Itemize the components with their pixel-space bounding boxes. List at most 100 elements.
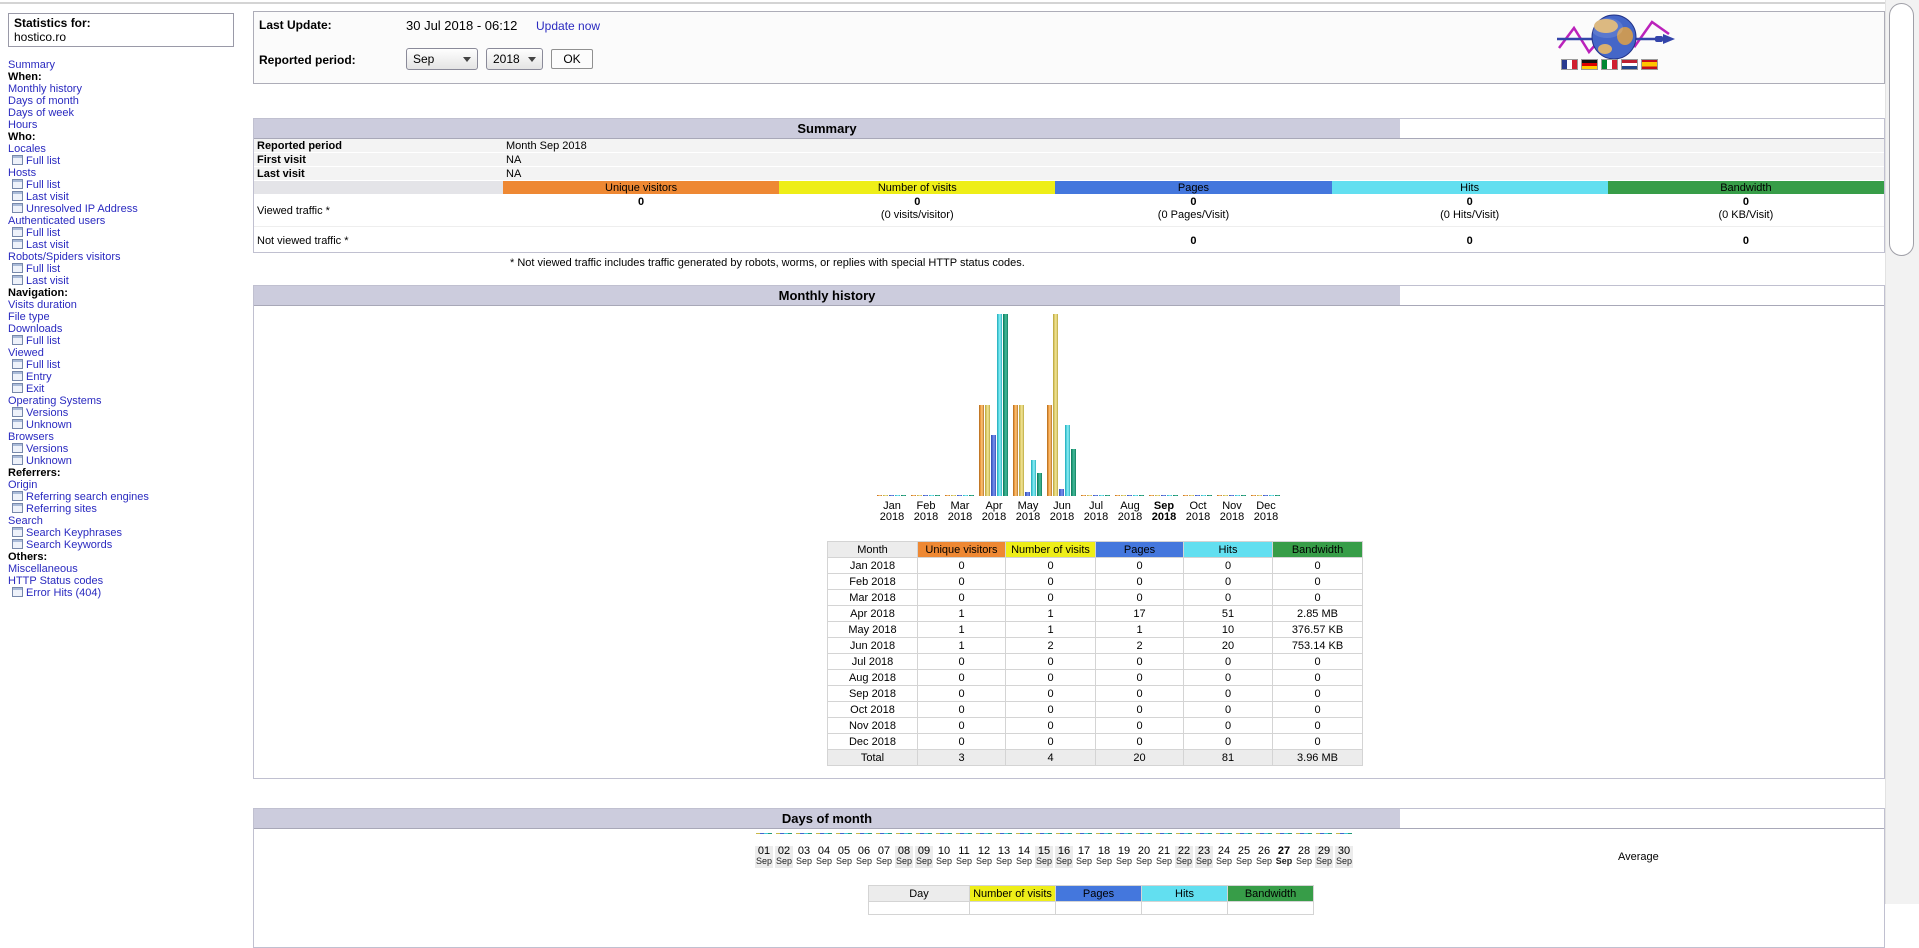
summary-info-label: First visit — [254, 153, 503, 167]
monthly-history-table: MonthUnique visitorsNumber of visitsPage… — [827, 541, 1363, 766]
day-month: Sep — [895, 857, 913, 866]
day-month: Sep — [1155, 857, 1173, 866]
sidebar-item-referring-search-engines[interactable]: Referring search engines — [8, 491, 250, 503]
monthly-header-month: Month — [828, 542, 918, 558]
sidebar-item-error-hits-404[interactable]: Error Hits (404) — [8, 587, 250, 599]
sidebar-item-label: Unresolved IP Address — [26, 203, 138, 215]
chart-bar-hits — [1065, 425, 1070, 496]
sidebar-item-hours[interactable]: Hours — [8, 119, 250, 131]
sidebar-item-days-of-month[interactable]: Days of month — [8, 95, 250, 107]
monthly-total-cell: Total — [828, 750, 918, 766]
sidebar-item-search-keywords[interactable]: Search Keywords — [8, 539, 250, 551]
sidebar-item-label: Last visit — [26, 275, 69, 287]
day-label-08: 08Sep — [895, 846, 913, 868]
flag-italy-icon[interactable] — [1601, 59, 1618, 70]
monthly-cell: 2 — [1096, 638, 1184, 654]
chart-bar-bw — [1071, 449, 1076, 496]
scrollbar[interactable] — [1885, 0, 1919, 904]
scrollbar-thumb[interactable] — [1889, 3, 1914, 256]
day-label-28: 28Sep — [1295, 846, 1313, 868]
monthly-cell: Dec 2018 — [828, 734, 918, 750]
sidebar-item-locales[interactable]: Locales — [8, 143, 250, 155]
sidebar-item-full-list[interactable]: Full list — [8, 155, 250, 167]
sidebar-item-origin[interactable]: Origin — [8, 479, 250, 491]
days-header-hits: Hits — [1142, 886, 1228, 902]
sidebar-item-entry[interactable]: Entry — [8, 371, 250, 383]
sidebar-item-summary[interactable]: Summary — [8, 59, 250, 71]
sidebar-item-miscellaneous[interactable]: Miscellaneous — [8, 563, 250, 575]
sidebar-item-label: Error Hits (404) — [26, 587, 101, 599]
sidebar-item-unresolved-ip-address[interactable]: Unresolved IP Address — [8, 203, 250, 215]
sidebar-item-versions[interactable]: Versions — [8, 407, 250, 419]
flag-germany-icon[interactable] — [1581, 59, 1598, 70]
chart-bar-bw — [935, 495, 940, 496]
monthly-cell: 17 — [1096, 606, 1184, 622]
sidebar-item-search-keyphrases[interactable]: Search Keyphrases — [8, 527, 250, 539]
sidebar-item-referring-sites[interactable]: Referring sites — [8, 503, 250, 515]
day-label-14: 14Sep — [1015, 846, 1033, 868]
monthly-history-section: Monthly history Jan2018Feb2018Mar2018Apr… — [253, 285, 1885, 779]
sidebar-item-label: Others: — [8, 551, 47, 563]
viewed-value: 0 — [1058, 196, 1328, 209]
sidebar-item-monthly-history[interactable]: Monthly history — [8, 83, 250, 95]
sidebar-item-unknown[interactable]: Unknown — [8, 419, 250, 431]
month-select[interactable]: Sep — [406, 48, 478, 70]
sidebar-item-label: Visits duration — [8, 299, 77, 311]
sidebar-item-hosts[interactable]: Hosts — [8, 167, 250, 179]
sidebar-item-last-visit[interactable]: Last visit — [8, 275, 250, 287]
update-now-link[interactable]: Update now — [536, 19, 600, 33]
viewed-traffic-cell: 0(0 KB/Visit) — [1608, 194, 1884, 227]
sidebar-item-full-list[interactable]: Full list — [8, 359, 250, 371]
sidebar-item-robots-spiders-visitors[interactable]: Robots/Spiders visitors — [8, 251, 250, 263]
sidebar-item-authenticated-users[interactable]: Authenticated users — [8, 215, 250, 227]
summary-info-value: Month Sep 2018 — [503, 139, 1884, 153]
sidebar-item-label: Full list — [26, 263, 60, 275]
flag-netherlands-icon[interactable] — [1621, 59, 1638, 70]
flag-france-icon[interactable] — [1561, 59, 1578, 70]
sidebar-item-days-of-week[interactable]: Days of week — [8, 107, 250, 119]
list-bullet-icon — [12, 227, 23, 237]
chart-bar-pages — [889, 495, 894, 496]
sidebar-item-versions[interactable]: Versions — [8, 443, 250, 455]
sidebar-item-http-status-codes[interactable]: HTTP Status codes — [8, 575, 250, 587]
flag-spain-icon[interactable] — [1641, 59, 1658, 70]
sidebar-menu: SummaryWhen:Monthly historyDays of month… — [8, 59, 250, 599]
sidebar-item-viewed[interactable]: Viewed — [8, 347, 250, 359]
monthly-cell: 0 — [918, 574, 1006, 590]
day-label-12: 12Sep — [975, 846, 993, 868]
monthly-table-row: Feb 201800000 — [828, 574, 1363, 590]
viewed-traffic-row: Viewed traffic *00(0 visits/visitor)0(0 … — [254, 194, 1884, 227]
sidebar-item-full-list[interactable]: Full list — [8, 227, 250, 239]
globe-icon — [1557, 14, 1677, 60]
list-bullet-icon — [12, 335, 23, 345]
ok-button[interactable]: OK — [551, 49, 593, 69]
sidebar-item-full-list[interactable]: Full list — [8, 335, 250, 347]
sidebar-item-downloads[interactable]: Downloads — [8, 323, 250, 335]
chart-bar-visits — [1257, 495, 1262, 496]
sidebar-item-operating-systems[interactable]: Operating Systems — [8, 395, 250, 407]
sidebar-item-file-type[interactable]: File type — [8, 311, 250, 323]
sidebar-item-last-visit[interactable]: Last visit — [8, 191, 250, 203]
monthly-header-bandwidth: Bandwidth — [1273, 542, 1363, 558]
sidebar-item-search[interactable]: Search — [8, 515, 250, 527]
monthly-cell: 0 — [1273, 590, 1363, 606]
day-label-09: 09Sep — [915, 846, 933, 868]
sidebar-item-full-list[interactable]: Full list — [8, 179, 250, 191]
day-zero-bar — [1348, 833, 1352, 834]
sidebar-item-last-visit[interactable]: Last visit — [8, 239, 250, 251]
day-month: Sep — [755, 857, 773, 866]
days-header-day: Day — [869, 886, 970, 902]
chart-bar-pages — [1093, 495, 1098, 496]
monthly-table-row: Mar 201800000 — [828, 590, 1363, 606]
sidebar-item-browsers[interactable]: Browsers — [8, 431, 250, 443]
sidebar-item-unknown[interactable]: Unknown — [8, 455, 250, 467]
monthly-cell: 1 — [918, 638, 1006, 654]
sidebar-item-exit[interactable]: Exit — [8, 383, 250, 395]
day-zero-bar — [788, 833, 792, 834]
monthly-cell: 0 — [1273, 686, 1363, 702]
sidebar-item-full-list[interactable]: Full list — [8, 263, 250, 275]
monthly-history-chart: Jan2018Feb2018Mar2018Apr2018May2018Jun20… — [254, 314, 1884, 524]
day-zero-bar — [848, 833, 852, 834]
year-select[interactable]: 2018 — [486, 48, 543, 70]
sidebar-item-visits-duration[interactable]: Visits duration — [8, 299, 250, 311]
